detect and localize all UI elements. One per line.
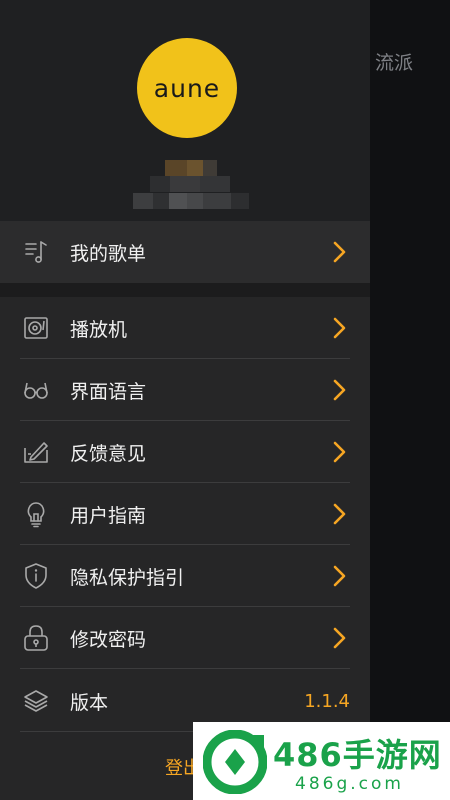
menu-item-user-guide[interactable]: 用户指南 — [0, 483, 370, 545]
menu-item-label: 用户指南 — [70, 504, 147, 527]
menu-item-label: 播放机 — [70, 318, 128, 341]
watermark-logo-icon — [203, 730, 267, 794]
edit-note-icon — [24, 442, 48, 463]
navigation-drawer: aune 我的歌单 播放机 界面语言 反馈意见 用户指南 隐私保护指引 修改密码… — [0, 0, 370, 800]
chevron-right-icon — [333, 379, 346, 401]
menu-item-label: 版本 — [70, 691, 109, 714]
menu-item-interface-language[interactable]: 界面语言 — [0, 359, 370, 421]
menu-item-label: 修改密码 — [70, 628, 147, 651]
lock-icon — [24, 625, 48, 651]
version-number: 1.1.4 — [304, 690, 350, 712]
menu-item-label: 隐私保护指引 — [70, 566, 185, 589]
menu-item-label: 我的歌单 — [70, 242, 147, 265]
chevron-right-icon — [333, 441, 346, 463]
chevron-right-icon — [333, 627, 346, 649]
main-content-backdrop[interactable]: 流派 — [370, 0, 450, 800]
section-divider — [0, 283, 370, 297]
menu-item-my-playlist[interactable]: 我的歌单 — [0, 221, 370, 283]
menu-item-label: 界面语言 — [70, 380, 147, 403]
playlist-icon — [25, 241, 47, 263]
profile-header: aune — [0, 0, 370, 221]
watermark-title: 486手游网 — [273, 736, 442, 774]
turntable-icon — [24, 317, 48, 339]
row-divider — [20, 668, 350, 669]
watermark-url: 486g.com — [295, 774, 404, 794]
brand-logo: aune — [137, 38, 237, 138]
chevron-right-icon — [333, 241, 346, 263]
menu-item-player[interactable]: 播放机 — [0, 297, 370, 359]
chevron-right-icon — [333, 503, 346, 525]
menu-item-feedback[interactable]: 反馈意见 — [0, 421, 370, 483]
menu-item-change-password[interactable]: 修改密码 — [0, 607, 370, 669]
tab-genre[interactable]: 流派 — [375, 48, 413, 75]
layers-icon — [24, 690, 48, 712]
chevron-right-icon — [333, 565, 346, 587]
lightbulb-icon — [27, 502, 45, 528]
shield-info-icon — [25, 563, 47, 589]
glasses-icon — [24, 382, 48, 399]
brand-logo-text: aune — [153, 73, 221, 103]
watermark-banner: 486手游网 486g.com — [193, 722, 450, 800]
menu-item-label: 反馈意见 — [70, 442, 147, 465]
menu-item-privacy-guidelines[interactable]: 隐私保护指引 — [0, 545, 370, 607]
chevron-right-icon — [333, 317, 346, 339]
